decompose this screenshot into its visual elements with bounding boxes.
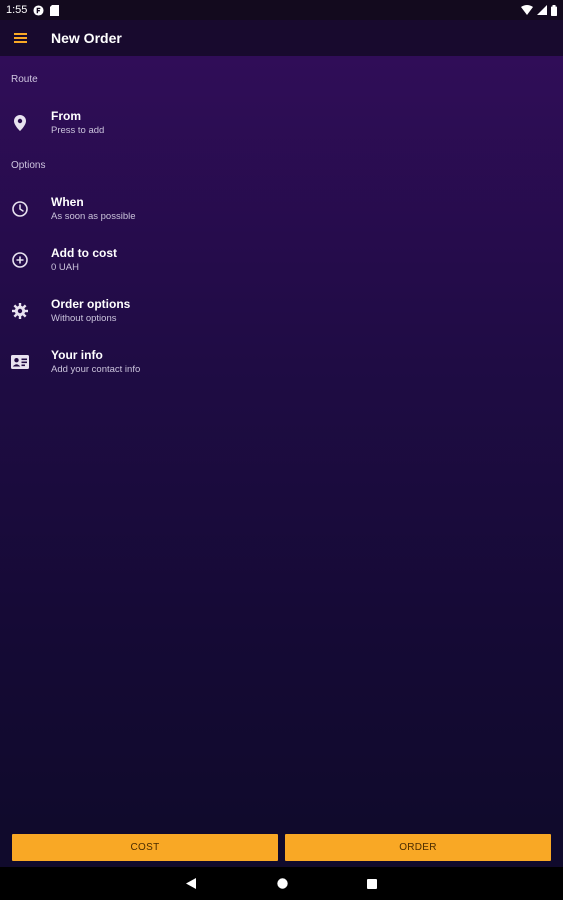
- list-item-when[interactable]: When As soon as possible: [0, 195, 563, 241]
- item-title: From: [51, 109, 81, 123]
- order-button[interactable]: ORDER: [285, 834, 551, 861]
- item-title: Add to cost: [51, 246, 117, 260]
- contact-card-icon: [10, 352, 30, 372]
- hamburger-menu-icon[interactable]: [0, 20, 40, 56]
- home-icon[interactable]: [262, 867, 302, 900]
- item-title: Order options: [51, 297, 131, 311]
- back-icon[interactable]: [171, 867, 211, 900]
- item-subtitle: Without options: [51, 313, 117, 324]
- add-circle-icon: [10, 250, 30, 270]
- bottom-actions: COST ORDER: [0, 829, 563, 867]
- app-notification-icon: [33, 4, 44, 16]
- wifi-icon: [521, 5, 533, 15]
- page-title: New Order: [51, 30, 122, 46]
- clock-icon: [10, 199, 30, 219]
- status-bar-left: 1:55: [6, 4, 60, 16]
- section-header-route: Route: [11, 74, 38, 85]
- cost-button[interactable]: COST: [12, 834, 278, 861]
- system-navigation-bar: [0, 867, 563, 900]
- item-subtitle: 0 UAH: [51, 262, 79, 273]
- list-item-your-info[interactable]: Your info Add your contact info: [0, 348, 563, 394]
- status-bar-right: [521, 4, 557, 16]
- item-title: Your info: [51, 348, 103, 362]
- sd-card-icon: [50, 4, 60, 16]
- new-order-screen: 1:55 New Order Route From Press to add O…: [0, 0, 563, 900]
- app-bar: New Order: [0, 20, 563, 56]
- item-subtitle: Press to add: [51, 125, 105, 136]
- item-title: When: [51, 195, 84, 209]
- order-form: Route From Press to add Options When As …: [0, 56, 563, 829]
- item-subtitle: As soon as possible: [51, 211, 136, 222]
- list-item-order-options[interactable]: Order options Without options: [0, 297, 563, 343]
- battery-icon: [551, 4, 557, 16]
- location-pin-icon: [10, 113, 30, 133]
- gear-icon: [10, 301, 30, 321]
- recents-icon[interactable]: [352, 867, 392, 900]
- section-header-options: Options: [11, 160, 46, 171]
- item-subtitle: Add your contact info: [51, 364, 141, 375]
- list-item-add-to-cost[interactable]: Add to cost 0 UAH: [0, 246, 563, 292]
- status-time: 1:55: [6, 4, 28, 16]
- list-item-from[interactable]: From Press to add: [0, 109, 563, 155]
- cell-signal-icon: [537, 5, 547, 15]
- status-bar: 1:55: [0, 0, 563, 20]
